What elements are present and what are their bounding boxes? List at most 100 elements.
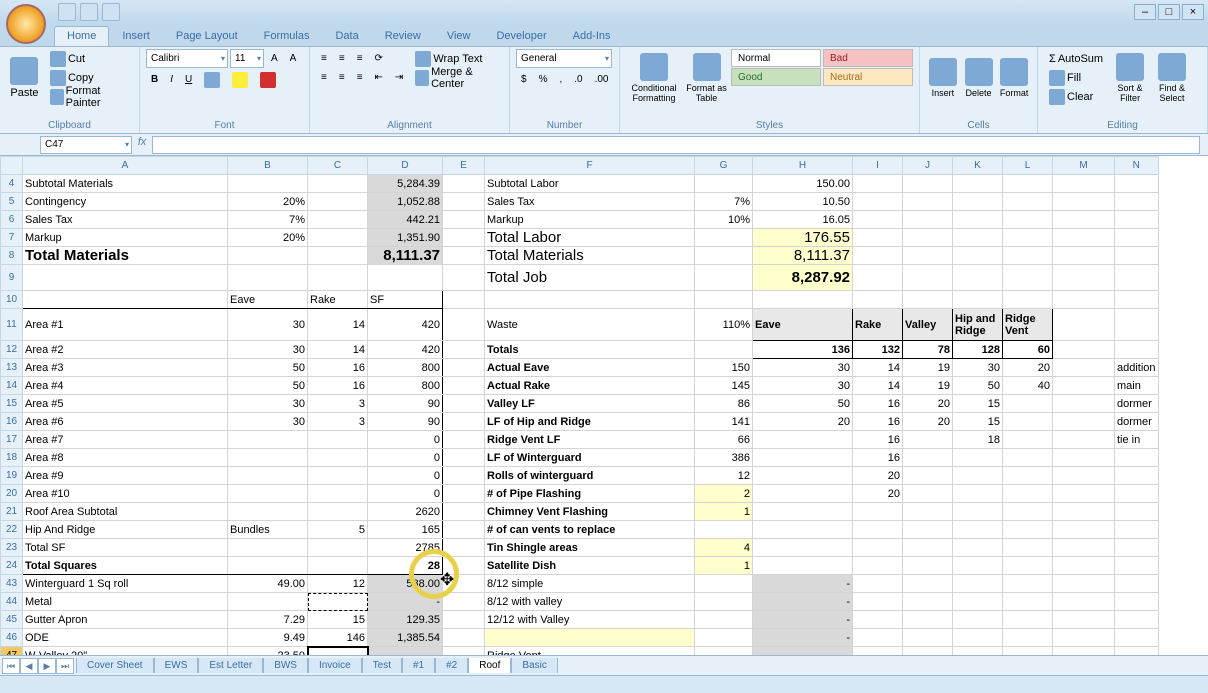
cell[interactable] <box>485 629 695 647</box>
row-header[interactable]: 4 <box>1 175 23 193</box>
cell[interactable] <box>443 467 485 485</box>
conditional-formatting-button[interactable]: Conditional Formatting <box>626 49 682 107</box>
cell[interactable]: 20 <box>903 395 953 413</box>
cell[interactable]: 128 <box>953 341 1003 359</box>
cell[interactable]: Sales Tax <box>23 211 228 229</box>
cell[interactable]: Winterguard 1 Sq roll <box>23 575 228 593</box>
cell[interactable] <box>953 467 1003 485</box>
cell[interactable] <box>903 647 953 656</box>
cell[interactable] <box>228 485 308 503</box>
currency-button[interactable]: $ <box>516 70 532 89</box>
cell[interactable] <box>1053 175 1115 193</box>
cell[interactable] <box>695 247 753 265</box>
sheet-nav-next[interactable]: ▶ <box>38 658 56 674</box>
align-top-button[interactable]: ≡ <box>316 49 332 68</box>
cell[interactable]: Valley LF <box>485 395 695 413</box>
cell[interactable]: - <box>753 611 853 629</box>
row-header[interactable]: 44 <box>1 593 23 611</box>
cell[interactable]: 90 <box>368 395 443 413</box>
cell[interactable] <box>308 211 368 229</box>
cell[interactable]: Area #6 <box>23 413 228 431</box>
cell[interactable] <box>228 593 308 611</box>
cell[interactable]: Rake <box>308 291 368 309</box>
cell[interactable]: 8/12 with valley <box>485 593 695 611</box>
cell[interactable]: Actual Eave <box>485 359 695 377</box>
cell[interactable] <box>903 247 953 265</box>
cell[interactable]: 442.21 <box>368 211 443 229</box>
cell[interactable] <box>443 377 485 395</box>
cell[interactable] <box>443 193 485 211</box>
row-header[interactable]: 9 <box>1 265 23 291</box>
sheet-tab[interactable]: #2 <box>435 658 468 673</box>
cell[interactable]: 800 <box>368 359 443 377</box>
cell[interactable] <box>953 229 1003 247</box>
cell[interactable]: tie in <box>1115 431 1159 449</box>
number-format-combo[interactable]: General <box>516 49 612 68</box>
cell[interactable] <box>903 449 953 467</box>
row-header[interactable]: 6 <box>1 211 23 229</box>
cell[interactable]: 3 <box>308 395 368 413</box>
indent-dec-button[interactable]: ⇤ <box>370 68 388 87</box>
cell[interactable]: Bundles <box>228 521 308 539</box>
cell[interactable]: Waste <box>485 309 695 341</box>
cell[interactable]: 8,287.92 <box>753 265 853 291</box>
cell[interactable]: 19 <box>903 359 953 377</box>
cell[interactable]: # of can vents to replace <box>485 521 695 539</box>
cell[interactable] <box>443 647 485 656</box>
cell[interactable]: 30 <box>228 309 308 341</box>
qat-undo-icon[interactable] <box>80 3 98 21</box>
cell[interactable]: Contingency <box>23 193 228 211</box>
cell[interactable]: 16 <box>853 449 903 467</box>
cell[interactable] <box>443 449 485 467</box>
row-header[interactable]: 13 <box>1 359 23 377</box>
cell[interactable] <box>443 175 485 193</box>
row-header[interactable]: 14 <box>1 377 23 395</box>
inc-decimal-button[interactable]: .0 <box>569 70 587 89</box>
paste-button[interactable]: Paste <box>6 49 43 107</box>
cell[interactable]: 30 <box>228 341 308 359</box>
cell[interactable] <box>1115 629 1159 647</box>
cell[interactable]: 50 <box>228 377 308 395</box>
cell[interactable]: 16 <box>853 395 903 413</box>
cell[interactable] <box>443 413 485 431</box>
cell[interactable] <box>903 575 953 593</box>
format-cells-button[interactable]: Format <box>997 49 1031 107</box>
cell[interactable] <box>1053 521 1115 539</box>
cell[interactable] <box>953 193 1003 211</box>
cell[interactable] <box>1053 193 1115 211</box>
cell[interactable]: 14 <box>308 341 368 359</box>
cell[interactable]: dormer <box>1115 395 1159 413</box>
qat-redo-icon[interactable] <box>102 3 120 21</box>
cell[interactable]: 800 <box>368 377 443 395</box>
cell[interactable]: 16 <box>308 377 368 395</box>
cell[interactable]: 0 <box>368 449 443 467</box>
cell[interactable]: 136 <box>753 341 853 359</box>
sheet-tab[interactable]: Cover Sheet <box>76 658 154 673</box>
cell[interactable] <box>1003 521 1053 539</box>
cell[interactable]: - <box>753 593 853 611</box>
cell[interactable]: 78 <box>903 341 953 359</box>
cell[interactable]: 30 <box>753 377 853 395</box>
row-header[interactable]: 22 <box>1 521 23 539</box>
name-box[interactable]: C47 <box>40 136 132 154</box>
cell[interactable] <box>1115 449 1159 467</box>
maximize-button[interactable]: □ <box>1158 4 1180 20</box>
cell[interactable]: Area #5 <box>23 395 228 413</box>
cell[interactable] <box>853 647 903 656</box>
cell[interactable]: main <box>1115 377 1159 395</box>
cell[interactable] <box>1003 211 1053 229</box>
cell[interactable] <box>1115 593 1159 611</box>
cell[interactable]: 12/12 with Valley <box>485 611 695 629</box>
cell[interactable] <box>1115 647 1159 656</box>
cell[interactable] <box>1115 291 1159 309</box>
cell[interactable]: 15 <box>953 395 1003 413</box>
cell[interactable]: 49.00 <box>228 575 308 593</box>
ribbon-tab-add-ins[interactable]: Add-Ins <box>560 26 624 46</box>
cell[interactable]: 7.29 <box>228 611 308 629</box>
cell[interactable] <box>1053 539 1115 557</box>
cell[interactable] <box>1115 211 1159 229</box>
cell[interactable]: Total SF <box>23 539 228 557</box>
cell[interactable] <box>228 449 308 467</box>
cell[interactable] <box>228 265 308 291</box>
font-name-combo[interactable]: Calibri <box>146 49 228 68</box>
